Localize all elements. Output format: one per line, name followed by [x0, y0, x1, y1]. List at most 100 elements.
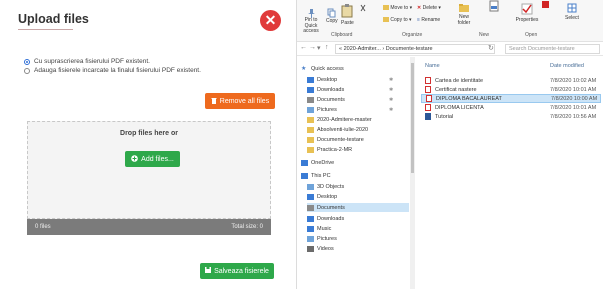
- nav-item-label: Practica-2-MR: [317, 146, 353, 153]
- option-overwrite[interactable]: Cu suprascrierea fisierului PDF existent…: [24, 58, 150, 65]
- nav-item-12[interactable]: Desktop: [307, 192, 409, 201]
- folder-icon: [307, 126, 314, 133]
- nav-scroll-thumb[interactable]: [411, 63, 414, 173]
- nav-item-6[interactable]: Absolventi-iulie-2020: [307, 125, 409, 134]
- delete-label: Delete: [422, 5, 438, 11]
- back-arrow-icon[interactable]: ←: [300, 44, 307, 51]
- cube-icon: [307, 183, 314, 190]
- nav-item-label: Quick access: [311, 65, 344, 72]
- folder-icon: [307, 146, 314, 153]
- forward-arrow-icon[interactable]: →: [309, 44, 316, 51]
- open-icon[interactable]: [541, 0, 550, 11]
- nav-item-17[interactable]: Videos: [307, 244, 409, 253]
- file-row[interactable]: DIPLOMA LICENTA 7/8/2020 10:01 AM: [421, 103, 601, 112]
- close-button[interactable]: ✕: [260, 10, 281, 31]
- nav-item-label: Pictures: [317, 235, 337, 242]
- nav-item-14[interactable]: Downloads: [307, 214, 409, 223]
- nav-item-label: OneDrive: [311, 159, 335, 166]
- nav-item-16[interactable]: Pictures: [307, 234, 409, 243]
- nav-item-label: Documents: [317, 96, 345, 103]
- nav-item-4[interactable]: Pictures ✱: [307, 105, 409, 114]
- properties-button[interactable]: Properties: [515, 3, 539, 23]
- file-name: DIPLOMA BACALAUREAT: [436, 95, 502, 102]
- add-files-label: Add files...: [141, 155, 174, 163]
- delete-button[interactable]: ✕ Delete ▾: [417, 5, 441, 11]
- address-path[interactable]: « 2020-Admiter... › Documente-testare: [335, 44, 495, 54]
- nav-item-13[interactable]: Documents: [307, 203, 409, 212]
- column-name[interactable]: Name: [425, 63, 440, 69]
- nav-item-5[interactable]: 2020-Admitere-master: [307, 115, 409, 124]
- select-label: Select: [565, 15, 579, 21]
- nav-item-9[interactable]: OneDrive: [301, 158, 409, 167]
- ribbon: Pin to Quick access Copy Paste Move to ▾…: [297, 0, 603, 42]
- nav-item-label: Videos: [317, 245, 334, 252]
- file-row[interactable]: Certificat nastere 7/8/2020 10:01 AM: [421, 85, 601, 94]
- nav-item-15[interactable]: Music: [307, 224, 409, 233]
- pin-quick-access-button[interactable]: Pin to Quick access: [300, 8, 322, 35]
- search-input[interactable]: Search Documente-testare: [505, 44, 600, 54]
- nav-item-label: Desktop: [317, 76, 338, 83]
- nav-item-label: Downloads: [317, 215, 345, 222]
- option-overwrite-label: Cu suprascrierea fisierului PDF existent…: [34, 58, 150, 65]
- nav-item-11[interactable]: 3D Objects: [307, 182, 409, 191]
- remove-all-files-button[interactable]: Remove all files: [205, 93, 275, 109]
- nav-item-label: Downloads: [317, 86, 345, 93]
- folder-copy-icon: [383, 17, 389, 23]
- pin-label: Pin to Quick access: [303, 17, 319, 34]
- nav-item-label: Desktop: [317, 193, 338, 200]
- cloud-icon: [301, 159, 308, 166]
- recent-dropdown-icon[interactable]: ▾: [317, 44, 321, 52]
- save-files-label: Salveaza fisierele: [214, 267, 269, 275]
- nav-item-label: Music: [317, 225, 332, 232]
- nav-item-2[interactable]: Downloads ✱: [307, 85, 409, 94]
- file-row[interactable]: Cartea de identitate 7/8/2020 10:02 AM: [421, 76, 601, 85]
- remove-all-files-label: Remove all files: [219, 97, 270, 105]
- new-item-icon[interactable]: [489, 0, 499, 14]
- rename-icon: ≡: [417, 17, 420, 23]
- properties-label: Properties: [515, 17, 539, 23]
- nav-item-8[interactable]: Practica-2-MR: [307, 145, 409, 154]
- drop-zone[interactable]: Drop files here or Add files...: [27, 121, 271, 219]
- move-to-button[interactable]: Move to ▾: [383, 5, 412, 11]
- new-folder-button[interactable]: New folder: [455, 3, 473, 26]
- nav-item-7[interactable]: Documente-testare: [307, 135, 409, 144]
- nav-item-0[interactable]: ★ Quick access: [301, 64, 409, 73]
- copy-button[interactable]: Copy: [326, 8, 338, 24]
- file-row[interactable]: Tutorial 7/8/2020 10:56 AM: [421, 112, 601, 121]
- delete-x-icon: ✕: [417, 5, 422, 11]
- nav-scrollbar[interactable]: [410, 57, 415, 289]
- refresh-icon[interactable]: ↻: [488, 44, 494, 52]
- group-clipboard: Clipboard: [331, 32, 353, 38]
- dialog-title: Upload files: [18, 12, 89, 26]
- select-button[interactable]: Select: [565, 3, 579, 21]
- rename-button[interactable]: ≡ Rename: [417, 17, 440, 23]
- copy-to-button[interactable]: Copy to ▾: [383, 17, 412, 23]
- nav-item-label: Documente-testare: [317, 136, 364, 143]
- radio-unchecked-icon[interactable]: [24, 67, 30, 74]
- add-files-button[interactable]: Add files...: [125, 151, 180, 167]
- rename-label: Rename: [421, 17, 441, 23]
- download-icon: [307, 215, 314, 222]
- folder-icon: [307, 116, 314, 123]
- total-size: Total size: 0: [231, 224, 263, 230]
- folder-icon: [307, 136, 314, 143]
- select-grid-icon: [567, 3, 577, 13]
- music-icon: [307, 225, 314, 232]
- radio-checked-icon[interactable]: [24, 58, 30, 65]
- nav-item-10[interactable]: This PC: [301, 171, 409, 180]
- word-doc-icon: [425, 113, 431, 120]
- option-append-label: Adauga fisierele incarcate la finalul fi…: [34, 67, 201, 74]
- cut-icon[interactable]: [359, 4, 367, 14]
- paste-button[interactable]: Paste: [341, 4, 354, 26]
- option-append[interactable]: Adauga fisierele incarcate la finalul fi…: [24, 67, 201, 74]
- pictures-icon: [307, 235, 314, 242]
- file-row[interactable]: DIPLOMA BACALAUREAT 7/8/2020 10:00 AM: [421, 94, 601, 103]
- column-date-modified[interactable]: Date modified: [550, 63, 584, 69]
- upload-dialog: Upload files ✕ Cu suprascrierea fisierul…: [0, 0, 290, 289]
- up-arrow-icon[interactable]: ↑: [325, 44, 329, 51]
- nav-item-label: 3D Objects: [317, 183, 345, 190]
- documents-icon: [307, 204, 314, 211]
- nav-item-3[interactable]: Documents ✱: [307, 95, 409, 104]
- save-files-button[interactable]: Salveaza fisierele: [200, 263, 274, 279]
- nav-item-1[interactable]: Desktop ✱: [307, 75, 409, 84]
